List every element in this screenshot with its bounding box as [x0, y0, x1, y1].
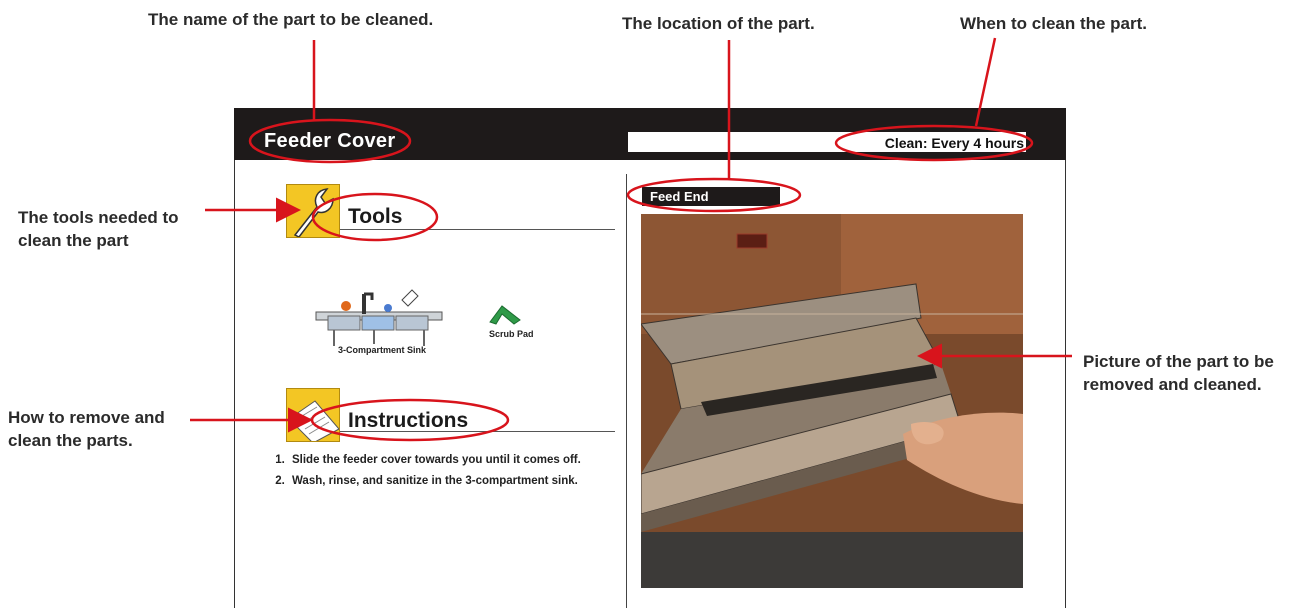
location-label: Feed End [650, 189, 709, 204]
instruction-step: Wash, rinse, and sanitize in the 3-compa… [288, 475, 648, 488]
part-photo [641, 214, 1023, 588]
callout-part-name: The name of the part to be cleaned. [148, 10, 434, 29]
part-name-title: Feeder Cover [264, 130, 396, 152]
callout-how: How to remove and clean the parts. [8, 408, 165, 450]
scrub-pad-label: Scrub Pad [489, 329, 534, 339]
callout-picture: Picture of the part to be removed and cl… [1083, 352, 1274, 394]
tools-icon [286, 184, 340, 238]
clean-schedule-text: Clean: Every 4 hours [884, 135, 1024, 151]
sink-label: 3-Compartment Sink [338, 345, 427, 355]
tools-rule [340, 229, 615, 230]
instruction-step: Slide the feeder cover towards you until… [288, 454, 648, 467]
tools-heading: Tools [348, 205, 403, 228]
instructions-heading: Instructions [348, 409, 469, 432]
callout-tools: The tools needed to clean the part [18, 208, 179, 250]
column-divider [626, 174, 627, 608]
instruction-steps: Slide the feeder cover towards you until… [260, 454, 648, 496]
instructions-rule [340, 431, 615, 432]
callout-when: When to clean the part. [960, 14, 1148, 33]
scrub-pad-icon [489, 305, 521, 325]
instructions-icon [286, 388, 340, 442]
callout-location: The location of the part. [622, 14, 815, 33]
sink-icon [315, 289, 443, 346]
